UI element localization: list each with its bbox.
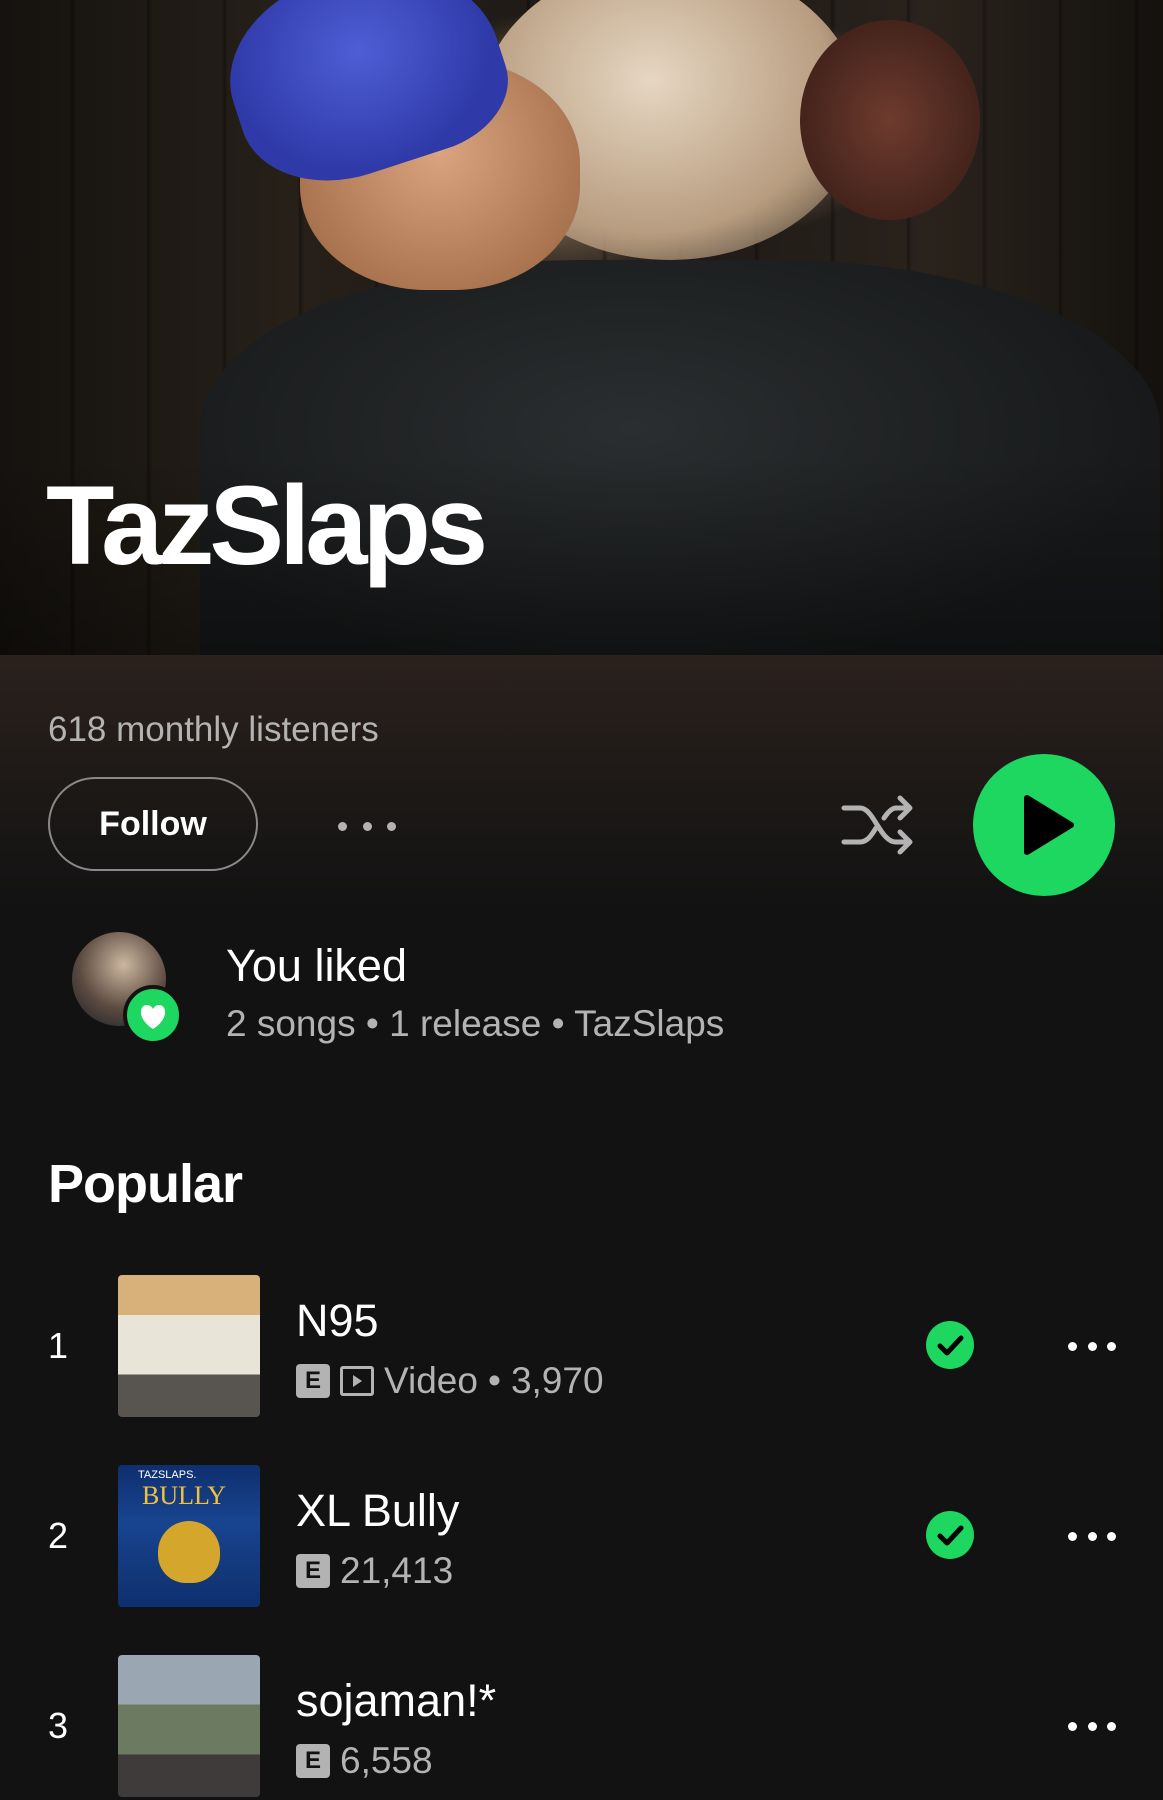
track-meta: E Video • 3,970 — [296, 1360, 604, 1402]
track-title: N95 — [296, 1295, 379, 1346]
album-art-title: BULLY — [142, 1481, 227, 1510]
plush-ear — [800, 20, 980, 220]
track-title: sojaman!* — [296, 1675, 497, 1726]
dot — [1107, 1531, 1116, 1541]
section-title-popular: Popular — [48, 1154, 243, 1214]
track-rank: 1 — [48, 1325, 69, 1366]
shuffle-glyph — [841, 795, 913, 855]
play-count: 21,413 — [340, 1550, 454, 1591]
track-rank: 2 — [48, 1515, 69, 1556]
play-count: 6,558 — [340, 1740, 433, 1781]
track-meta: E 21,413 — [296, 1550, 453, 1592]
more-options-icon[interactable] — [1068, 1721, 1116, 1731]
check-icon[interactable] — [926, 1511, 974, 1559]
play-count: 3,970 — [510, 1360, 604, 1401]
dot — [1068, 1341, 1077, 1351]
more-options-icon[interactable] — [1068, 1531, 1116, 1541]
track-row[interactable]: 2 TAZSLAPS. BULLY XL Bully E 21,413 — [0, 1465, 1163, 1607]
dot — [1087, 1721, 1097, 1731]
album-art — [118, 1275, 260, 1417]
dot — [1087, 1531, 1097, 1541]
dot — [1107, 1341, 1116, 1351]
track-row[interactable]: 1 N95 E Video • 3,970 — [0, 1275, 1163, 1417]
dot — [387, 821, 396, 831]
play-button[interactable] — [973, 754, 1115, 896]
dot — [362, 821, 372, 831]
album-art: TAZSLAPS. BULLY — [118, 1465, 260, 1607]
liked-subtitle: 2 songs • 1 release • TazSlaps — [226, 1003, 725, 1044]
album-art — [118, 1655, 260, 1797]
track-meta: E 6,558 — [296, 1740, 433, 1782]
track-title: XL Bully — [296, 1485, 460, 1536]
more-options-icon[interactable] — [1068, 1341, 1116, 1351]
dot — [1087, 1341, 1097, 1351]
dot — [1068, 1531, 1077, 1541]
dot — [1068, 1721, 1077, 1731]
check-glyph — [937, 1525, 964, 1546]
heart-icon — [123, 985, 183, 1045]
check-glyph — [937, 1335, 964, 1356]
crest-shape — [158, 1521, 220, 1583]
follow-button[interactable]: Follow — [48, 777, 258, 871]
track-row[interactable]: 3 sojaman!* E 6,558 — [0, 1655, 1163, 1797]
play-icon — [1024, 795, 1074, 855]
video-play-glyph — [353, 1375, 362, 1387]
shuffle-icon[interactable] — [840, 790, 918, 860]
heart-glyph — [140, 1005, 166, 1029]
artist-name: TazSlaps — [46, 463, 488, 588]
monthly-listeners: 618 monthly listeners — [48, 710, 379, 749]
liked-title[interactable]: You liked — [226, 940, 407, 992]
explicit-icon: E — [296, 1744, 330, 1778]
track-rank: 3 — [48, 1705, 69, 1746]
video-icon — [340, 1366, 374, 1396]
explicit-icon: E — [296, 1364, 330, 1398]
video-label: Video — [384, 1360, 478, 1401]
dot — [338, 821, 347, 831]
dot — [1107, 1721, 1116, 1731]
explicit-icon: E — [296, 1554, 330, 1588]
more-options-icon[interactable] — [338, 810, 396, 842]
check-icon[interactable] — [926, 1321, 974, 1369]
separator-dot: • — [487, 1360, 501, 1401]
album-art-label: TAZSLAPS. — [138, 1469, 197, 1481]
